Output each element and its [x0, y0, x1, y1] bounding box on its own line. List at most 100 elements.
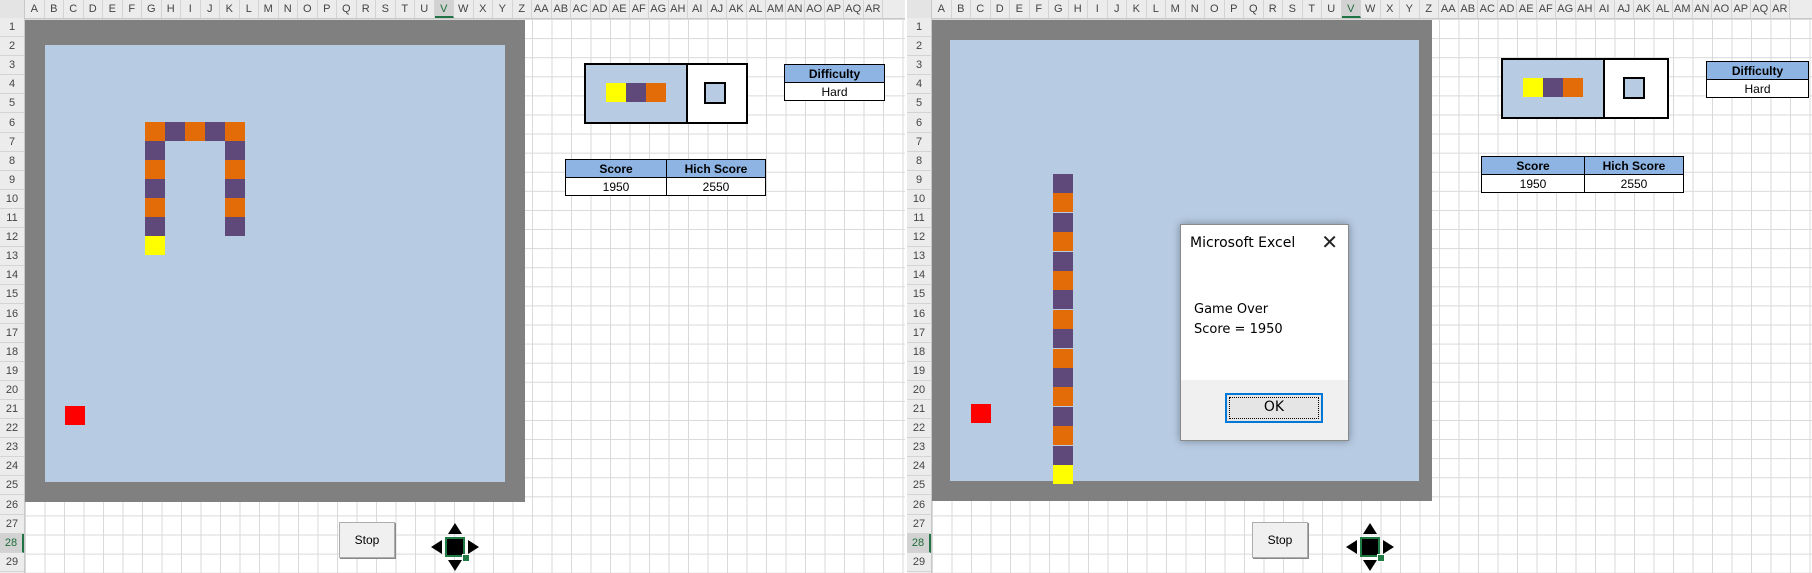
column-header-j[interactable]: J [201, 0, 220, 18]
column-header-ai[interactable]: AI [688, 0, 708, 18]
row-header-13[interactable]: 13 [0, 247, 24, 267]
row-header-8[interactable]: 8 [0, 152, 24, 171]
row-header-12[interactable]: 12 [0, 228, 24, 248]
arrow-up-icon[interactable] [1363, 523, 1377, 534]
column-header-f[interactable]: F [1030, 0, 1049, 18]
row-header-1[interactable]: 1 [0, 18, 24, 38]
row-header-17[interactable]: 17 [0, 324, 24, 343]
column-header-o[interactable]: O [298, 0, 318, 18]
column-header-f[interactable]: F [123, 0, 142, 18]
row-header-17[interactable]: 17 [907, 324, 931, 343]
column-header-ab[interactable]: AB [1459, 0, 1478, 18]
row-header-9[interactable]: 9 [0, 171, 24, 190]
column-header-j[interactable]: J [1108, 0, 1127, 18]
row-header-19[interactable]: 19 [0, 362, 24, 381]
column-header-c[interactable]: C [64, 0, 84, 18]
row-header-22[interactable]: 22 [907, 419, 931, 439]
row-header-7[interactable]: 7 [907, 133, 931, 152]
row-header-21[interactable]: 21 [907, 400, 931, 420]
row-header-29[interactable]: 29 [0, 553, 24, 572]
close-icon[interactable]: ✕ [1321, 230, 1338, 254]
column-header-am[interactable]: AM [766, 0, 786, 18]
stop-button[interactable]: Stop [1252, 522, 1308, 558]
column-header-q[interactable]: Q [337, 0, 357, 18]
column-header-d[interactable]: D [84, 0, 103, 18]
row-header-24[interactable]: 24 [907, 457, 931, 477]
arrow-down-icon[interactable] [448, 560, 462, 571]
row-header-20[interactable]: 20 [907, 381, 931, 400]
direction-control[interactable] [428, 520, 482, 573]
row-header-10[interactable]: 10 [907, 190, 931, 209]
row-header-14[interactable]: 14 [0, 266, 24, 286]
column-header-w[interactable]: W [1361, 0, 1381, 18]
row-header-27[interactable]: 27 [0, 515, 24, 534]
select-all-corner[interactable] [907, 0, 932, 18]
column-header-ag[interactable]: AG [1556, 0, 1576, 18]
column-header-e[interactable]: E [1010, 0, 1030, 18]
column-header-al[interactable]: AL [1654, 0, 1673, 18]
row-header-20[interactable]: 20 [0, 381, 24, 400]
row-header-19[interactable]: 19 [907, 362, 931, 381]
column-header-z[interactable]: Z [1420, 0, 1439, 18]
column-header-a[interactable]: A [25, 0, 45, 18]
column-header-u[interactable]: U [1322, 0, 1342, 18]
stop-button[interactable]: Stop [339, 522, 395, 558]
row-header-16[interactable]: 16 [907, 305, 931, 324]
column-header-ad[interactable]: AD [591, 0, 610, 18]
column-header-al[interactable]: AL [747, 0, 766, 18]
difficulty-value[interactable]: Hard [1706, 79, 1809, 98]
column-header-k[interactable]: K [1127, 0, 1147, 18]
column-header-e[interactable]: E [103, 0, 123, 18]
column-header-ap[interactable]: AP [825, 0, 844, 18]
column-header-ah[interactable]: AH [669, 0, 688, 18]
column-header-i[interactable]: I [1088, 0, 1108, 18]
row-header-23[interactable]: 23 [907, 438, 931, 458]
row-header-23[interactable]: 23 [0, 438, 24, 458]
column-header-aj[interactable]: AJ [1615, 0, 1634, 18]
row-header-10[interactable]: 10 [0, 190, 24, 209]
column-header-u[interactable]: U [415, 0, 435, 18]
column-header-k[interactable]: K [220, 0, 240, 18]
column-header-aq[interactable]: AQ [1751, 0, 1771, 18]
column-header-g[interactable]: G [1049, 0, 1069, 18]
column-header-ac[interactable]: AC [571, 0, 591, 18]
row-header-3[interactable]: 3 [0, 56, 24, 76]
column-header-x[interactable]: X [474, 0, 493, 18]
column-header-ad[interactable]: AD [1498, 0, 1517, 18]
column-header-af[interactable]: AF [630, 0, 649, 18]
row-header-12[interactable]: 12 [907, 228, 931, 248]
fill-handle[interactable] [462, 554, 470, 562]
column-header-ar[interactable]: AR [864, 0, 883, 18]
column-header-o[interactable]: O [1205, 0, 1225, 18]
column-header-af[interactable]: AF [1537, 0, 1556, 18]
ok-button[interactable]: OK [1225, 393, 1323, 423]
column-header-r[interactable]: R [1264, 0, 1283, 18]
column-header-w[interactable]: W [454, 0, 474, 18]
column-header-t[interactable]: T [396, 0, 415, 18]
row-header-18[interactable]: 18 [0, 343, 24, 362]
row-header-14[interactable]: 14 [907, 266, 931, 286]
column-header-ap[interactable]: AP [1732, 0, 1751, 18]
column-header-aj[interactable]: AJ [708, 0, 727, 18]
column-header-ag[interactable]: AG [649, 0, 669, 18]
row-header-18[interactable]: 18 [907, 343, 931, 362]
column-header-y[interactable]: Y [493, 0, 513, 18]
column-header-b[interactable]: B [45, 0, 64, 18]
column-header-t[interactable]: T [1303, 0, 1322, 18]
row-header-6[interactable]: 6 [907, 114, 931, 133]
column-header-aa[interactable]: AA [1439, 0, 1459, 18]
column-header-y[interactable]: Y [1400, 0, 1420, 18]
arrow-right-icon[interactable] [468, 540, 479, 554]
column-header-s[interactable]: S [1283, 0, 1303, 18]
row-header-8[interactable]: 8 [907, 152, 931, 171]
row-header-27[interactable]: 27 [907, 515, 931, 534]
column-header-ai[interactable]: AI [1595, 0, 1615, 18]
fill-handle[interactable] [1377, 554, 1385, 562]
row-header-25[interactable]: 25 [907, 476, 931, 496]
row-header-9[interactable]: 9 [907, 171, 931, 190]
row-header-26[interactable]: 26 [0, 496, 24, 515]
column-header-g[interactable]: G [142, 0, 162, 18]
column-header-ab[interactable]: AB [552, 0, 571, 18]
column-header-h[interactable]: H [162, 0, 181, 18]
column-header-i[interactable]: I [181, 0, 201, 18]
